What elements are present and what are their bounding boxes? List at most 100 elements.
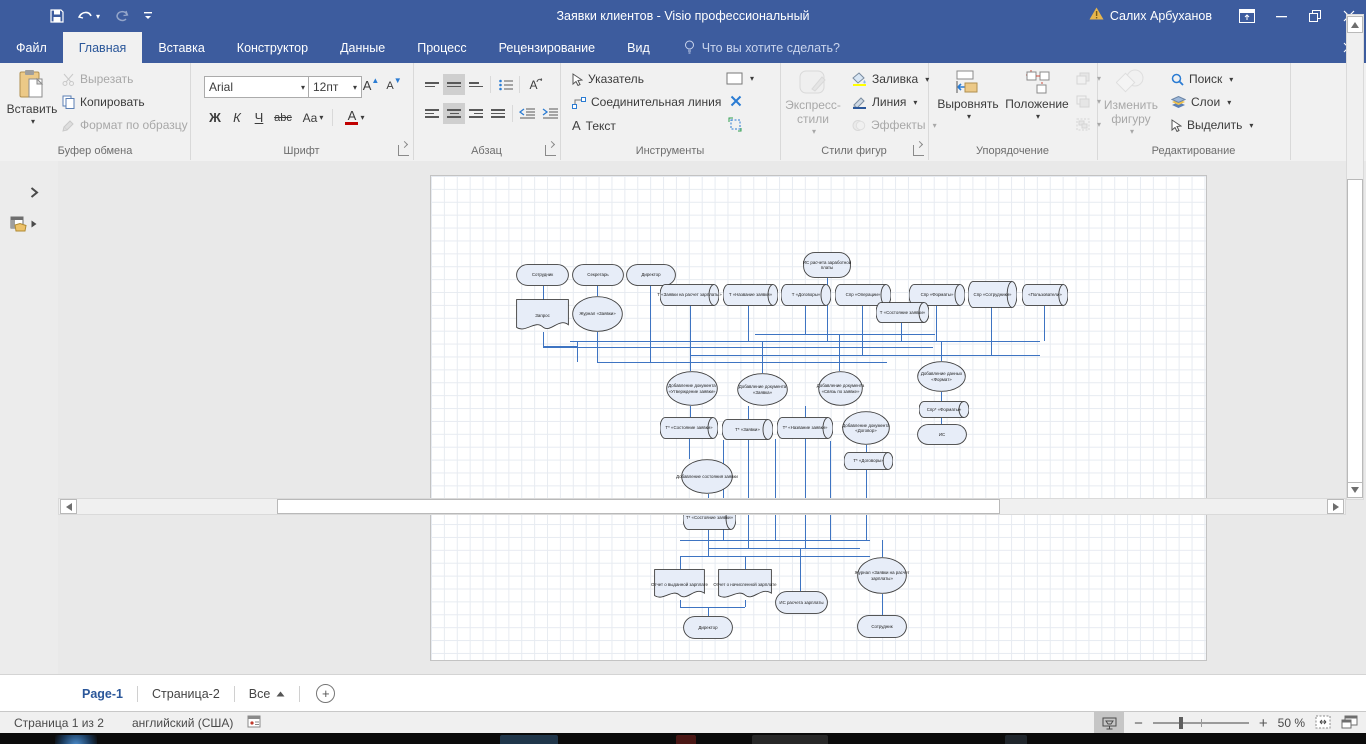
font-family-combobox[interactable]: Arial ▾ (204, 76, 310, 98)
quick-styles-button[interactable]: Экспресс-стили ▾ (784, 69, 842, 136)
scroll-down-button[interactable] (1347, 482, 1363, 498)
justify-button[interactable] (487, 103, 509, 124)
change-case-button[interactable]: Aa▾ (298, 107, 328, 128)
add-page-button[interactable]: + (316, 684, 335, 703)
shape-styles-dialog-launcher[interactable] (913, 145, 924, 156)
diagram-shape-sotrudnik-top[interactable]: Сотрудник (516, 264, 569, 286)
font-size-combobox[interactable]: 12пт ▾ (308, 76, 362, 98)
diagram-shape-polzovateli[interactable]: «Пользователи» (1022, 284, 1068, 306)
diagram-shape-spr-sotrudniki[interactable]: Спр «Сотрудники» (968, 281, 1017, 308)
diagram-shape-t-dogovory[interactable]: Т «Договоры» (781, 284, 831, 306)
tab-process[interactable]: Процесс (401, 32, 482, 63)
shrink-font-button[interactable]: А▼ (383, 75, 405, 96)
macro-record-icon[interactable] (247, 715, 262, 731)
diagram-shape-t-zayavki-raschet[interactable]: Т «Заявки на расчет зарплаты» (660, 284, 719, 306)
font-color-button[interactable]: А ▾ (340, 107, 370, 128)
find-button[interactable]: Поиск ▾ (1171, 72, 1233, 86)
diagram-shape-otchet-vydannoy[interactable]: Отчет о выданной зарплате (654, 569, 705, 600)
horizontal-scrollbar[interactable] (58, 498, 1346, 515)
zoom-slider-thumb[interactable] (1179, 717, 1183, 729)
scroll-right-button[interactable] (1327, 499, 1344, 514)
tab-file[interactable]: Файл (0, 32, 63, 63)
change-shape-button[interactable]: Изменить фигуру ▾ (1101, 69, 1161, 136)
copy-button[interactable]: Копировать (62, 95, 145, 109)
ribbon-display-options-icon[interactable] (1230, 0, 1264, 32)
taskbar-app-icon[interactable] (1005, 735, 1027, 744)
diagram-shape-t2-dogovory[interactable]: Т* «Договоры» (844, 452, 893, 470)
align-center-button[interactable] (443, 103, 465, 124)
diagram-shape-direktor-top[interactable]: Директор (626, 264, 676, 286)
start-button[interactable] (55, 735, 97, 744)
presentation-mode-button[interactable] (1094, 712, 1124, 734)
page-tab-page-2[interactable]: Страница-2 (138, 675, 234, 712)
diagram-shape-dob-sostoyaniya[interactable]: Добавление состояния заявки (681, 459, 733, 494)
diagram-shape-is-rascheta-zp[interactable]: ИС расчета заработной платы (803, 252, 851, 278)
diagram-shape-t2-zayavki[interactable]: Т* «Заявки» (722, 419, 773, 440)
diagram-shape-t-sostoyanie-top[interactable]: Т «Состояние заявки» (876, 302, 929, 323)
tab-design[interactable]: Конструктор (221, 32, 324, 63)
text-rotate-button[interactable]: А (525, 74, 547, 95)
paste-button[interactable]: Вставить ▾ (8, 69, 56, 126)
save-icon[interactable] (50, 9, 64, 23)
diagram-shape-direktor-bottom[interactable]: Директор (683, 616, 733, 639)
diagram-shape-t2-sostoyanie[interactable]: Т* «Состояние заявки» (660, 417, 718, 439)
italic-button[interactable]: К (226, 107, 248, 128)
switch-windows-button[interactable] (1341, 715, 1358, 732)
zoom-slider[interactable] (1153, 722, 1249, 724)
fill-button[interactable]: Заливка ▾ (852, 72, 929, 86)
diagram-shape-is-small[interactable]: ИС (917, 424, 967, 445)
undo-button[interactable]: ▾ (78, 10, 100, 23)
pointer-tool-button[interactable]: Указатель (572, 72, 644, 86)
align-shapes-button[interactable]: Выровнять ▾ (936, 69, 1000, 121)
bold-button[interactable]: Ж (204, 107, 226, 128)
warning-icon[interactable] (1089, 7, 1104, 25)
connection-point-tool-button[interactable] (730, 95, 742, 107)
zoom-out-button[interactable]: − (1134, 715, 1143, 732)
taskbar-app-icon[interactable] (500, 735, 558, 744)
fit-page-button[interactable] (1315, 715, 1331, 732)
decrease-indent-button[interactable] (516, 103, 538, 124)
align-middle-button[interactable] (443, 74, 465, 95)
bullets-button[interactable] (495, 74, 517, 95)
redo-button[interactable] (114, 9, 129, 23)
align-left-button[interactable] (421, 103, 443, 124)
minimize-button[interactable] (1264, 0, 1298, 32)
zoom-level[interactable]: 50 % (1278, 716, 1305, 730)
tab-data[interactable]: Данные (324, 32, 401, 63)
tab-review[interactable]: Рецензирование (483, 32, 612, 63)
effects-button[interactable]: Эффекты ▾ (852, 118, 937, 132)
diagram-shape-t2-nazvanie[interactable]: Т* «Название заявки» (777, 417, 833, 439)
diagram-shape-spr2-formaty[interactable]: Спр* «Форматы» (919, 401, 969, 418)
rectangle-tool-button[interactable]: ▾ (726, 72, 754, 85)
increase-indent-button[interactable] (539, 103, 561, 124)
diagram-shape-dob-dogovor[interactable]: Добавление документа «Договор» (842, 411, 890, 445)
freeform-tool-button[interactable] (728, 117, 743, 132)
zoom-in-button[interactable]: + (1259, 715, 1268, 732)
cut-button[interactable]: Вырезать (62, 72, 133, 86)
page-indicator[interactable]: Страница 1 из 2 (14, 716, 104, 730)
diagram-shape-zhurnal-zayavki[interactable]: Журнал «Заявки» (572, 296, 623, 332)
paragraph-dialog-launcher[interactable] (545, 145, 556, 156)
tab-view[interactable]: Вид (611, 32, 666, 63)
customize-quick-access-button[interactable] (143, 11, 153, 21)
language-indicator[interactable]: английский (США) (132, 716, 233, 730)
vertical-scroll-thumb[interactable] (1347, 179, 1363, 485)
user-name[interactable]: Салих Арбуханов (1110, 9, 1212, 23)
tab-insert[interactable]: Вставка (142, 32, 220, 63)
diagram-shape-dob-utverzhdenie[interactable]: Добавление документа «Утверждение заявки… (666, 371, 718, 406)
taskbar-app-icon[interactable] (752, 735, 828, 744)
horizontal-scroll-thumb[interactable] (277, 499, 1000, 514)
diagram-shape-sotrudnik-bottom[interactable]: Сотрудник (857, 615, 907, 638)
underline-button[interactable]: Ч (248, 107, 270, 128)
restore-button[interactable] (1298, 0, 1332, 32)
shapes-window-button[interactable] (10, 216, 37, 232)
taskbar-app-icon[interactable] (676, 735, 696, 744)
all-pages-button[interactable]: Все (235, 675, 300, 712)
font-dialog-launcher[interactable] (398, 145, 409, 156)
diagram-shape-is-rascheta-small[interactable]: ИС расчета зарплаты (775, 591, 828, 614)
diagram-shape-dob-svyaz[interactable]: Добавление документа «Связь по заявке» (818, 371, 863, 406)
tell-me-search[interactable]: Что вы хотите сделать? (684, 32, 840, 63)
select-button[interactable]: Выделить ▾ (1171, 118, 1253, 132)
strikethrough-button[interactable]: abc (270, 107, 296, 128)
diagram-shape-dob-zayavka[interactable]: Добавление документа «Заявка» (737, 373, 788, 406)
